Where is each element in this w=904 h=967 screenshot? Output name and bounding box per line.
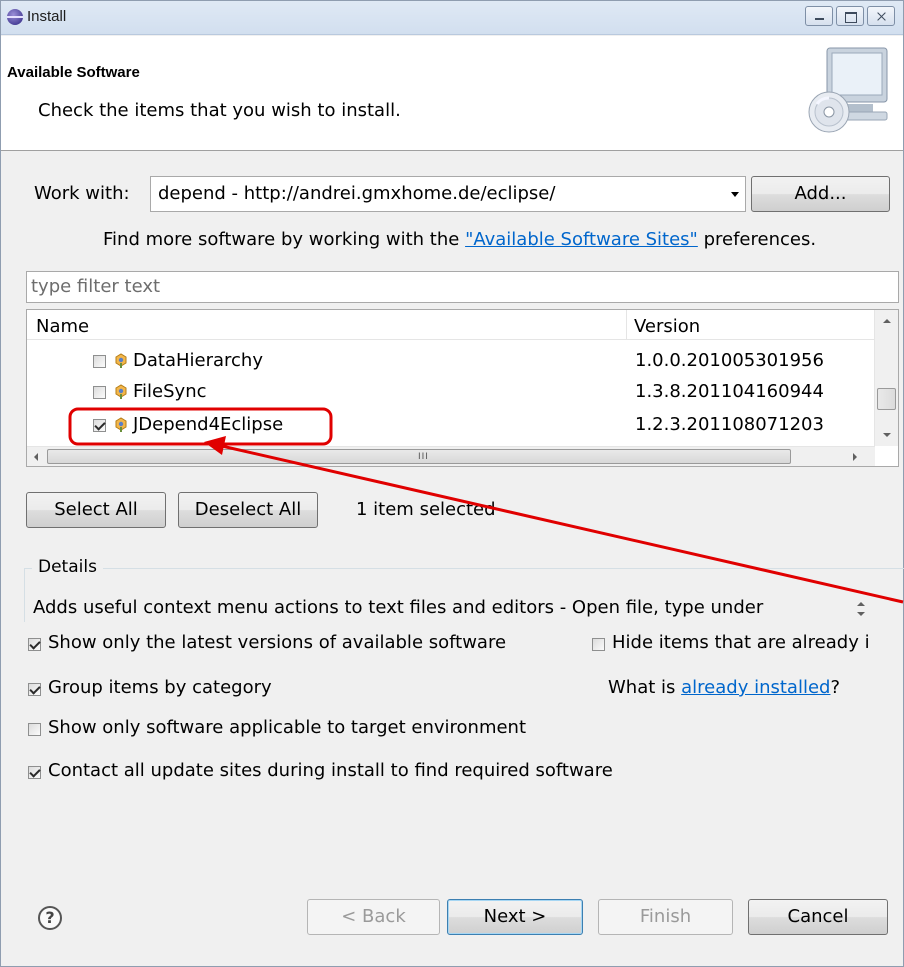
vertical-scrollbar[interactable] [874,310,898,446]
table-row[interactable]: FileSync 1.3.8.201104160944 [27,377,875,407]
page-description: Check the items that you wish to install… [38,100,401,121]
filter-input[interactable]: type filter text [26,271,899,303]
work-with-value: depend - http://andrei.gmxhome.de/eclips… [158,183,556,204]
column-header-name[interactable]: Name [36,316,89,337]
column-header-version[interactable]: Version [634,316,700,337]
row-checkbox-checked[interactable] [93,419,106,432]
chevron-down-icon [731,192,739,197]
group-by-category-label: Group items by category [48,677,272,698]
close-icon [868,7,894,25]
install-window: Install Available Software Check the ite… [0,0,904,967]
plugin-feature-icon [115,384,127,399]
eclipse-app-icon [7,9,23,25]
table-row-selected[interactable]: JDepend4Eclipse 1.2.3.201108071203 [27,410,875,440]
vertical-scroll-thumb[interactable] [877,388,896,410]
table-row[interactable]: DataHierarchy 1.0.0.201005301956 [27,346,875,376]
scroll-left-arrow-icon[interactable] [34,453,38,461]
target-environment-label: Show only software applicable to target … [48,717,527,738]
already-installed-link[interactable]: already installed [681,677,830,698]
what-is-installed: What is already installed? [608,677,840,698]
checkbox-icon[interactable] [592,638,605,651]
table-header: Name Version [27,310,875,340]
work-with-label: Work with: [34,183,130,204]
column-separator[interactable] [626,310,627,340]
plugin-feature-icon [115,417,127,432]
maximize-icon [837,7,863,25]
finish-button[interactable]: Finish [598,899,733,935]
minimize-button[interactable] [805,6,833,26]
row-name: DataHierarchy [133,350,263,371]
plugin-feature-icon [115,353,127,368]
wizard-header: Available Software Check the items that … [1,36,903,151]
install-computer-cd-icon [808,47,888,133]
checkbox-checked-icon[interactable] [28,766,41,779]
scroll-right-arrow-icon[interactable] [853,453,857,461]
title-bar: Install [1,1,903,35]
details-spinner-icon[interactable] [854,599,868,621]
row-version: 1.0.0.201005301956 [635,350,824,371]
software-tree-table[interactable]: Name Version DataHierarchy 1.0.0.2010053… [26,309,899,467]
page-title: Available Software [7,64,140,81]
hide-installed-label: Hide items that are already i [612,632,870,653]
row-name: JDepend4Eclipse [133,414,284,435]
horizontal-scrollbar[interactable]: III [27,446,875,466]
horizontal-scroll-thumb[interactable]: III [47,449,791,464]
details-text: Adds useful context menu actions to text… [33,597,764,618]
contact-sites-label: Contact all update sites during install … [48,760,613,781]
filter-placeholder: type filter text [31,276,161,297]
row-checkbox[interactable] [93,386,106,399]
next-button[interactable]: Next > [447,899,583,935]
select-all-button[interactable]: Select All [26,492,166,528]
what-is-prefix: What is [608,677,676,698]
hint-suffix: preferences. [703,229,817,250]
maximize-button[interactable] [836,6,864,26]
checkbox-checked-icon[interactable] [28,638,41,651]
deselect-all-button[interactable]: Deselect All [178,492,318,528]
scroll-grip: III [418,452,429,462]
latest-versions-label: Show only the latest versions of availab… [48,632,507,653]
scroll-up-arrow-icon[interactable] [883,319,891,323]
window-title: Install [27,8,67,25]
close-button[interactable] [867,6,895,26]
available-software-sites-link[interactable]: "Available Software Sites" [465,229,698,250]
work-with-combo[interactable]: depend - http://andrei.gmxhome.de/eclips… [150,176,746,212]
back-button[interactable]: < Back [307,899,440,935]
checkbox-icon[interactable] [28,723,41,736]
row-version: 1.2.3.201108071203 [635,414,824,435]
details-legend: Details [32,557,103,577]
scroll-down-arrow-icon[interactable] [883,433,891,437]
cancel-button[interactable]: Cancel [748,899,888,935]
help-icon[interactable]: ? [38,906,62,930]
row-version: 1.3.8.201104160944 [635,381,824,402]
add-site-button[interactable]: Add... [751,176,890,212]
row-name: FileSync [133,381,207,402]
row-checkbox[interactable] [93,355,106,368]
software-sites-hint: Find more software by working with the "… [103,229,816,250]
minimize-icon [806,7,832,25]
hint-prefix: Find more software by working with the [103,229,460,250]
selection-status: 1 item selected [356,499,496,520]
what-is-suffix: ? [830,677,841,698]
checkbox-checked-icon[interactable] [28,683,41,696]
